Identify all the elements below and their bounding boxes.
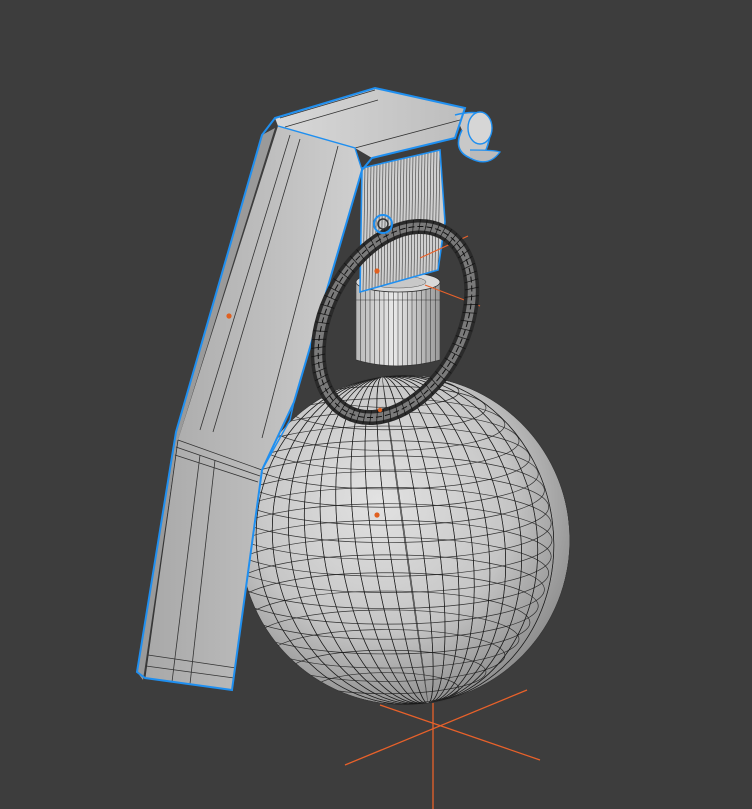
- 3d-cursor-icon: [344, 689, 541, 809]
- origin-fuse-icon: [374, 268, 380, 274]
- origin-sphere-icon: [374, 512, 380, 518]
- origin-ring-icon: [377, 407, 383, 413]
- 3d-viewport[interactable]: [0, 0, 752, 809]
- origin-spoon-icon: [226, 313, 232, 319]
- grenade-model-render[interactable]: [0, 0, 752, 809]
